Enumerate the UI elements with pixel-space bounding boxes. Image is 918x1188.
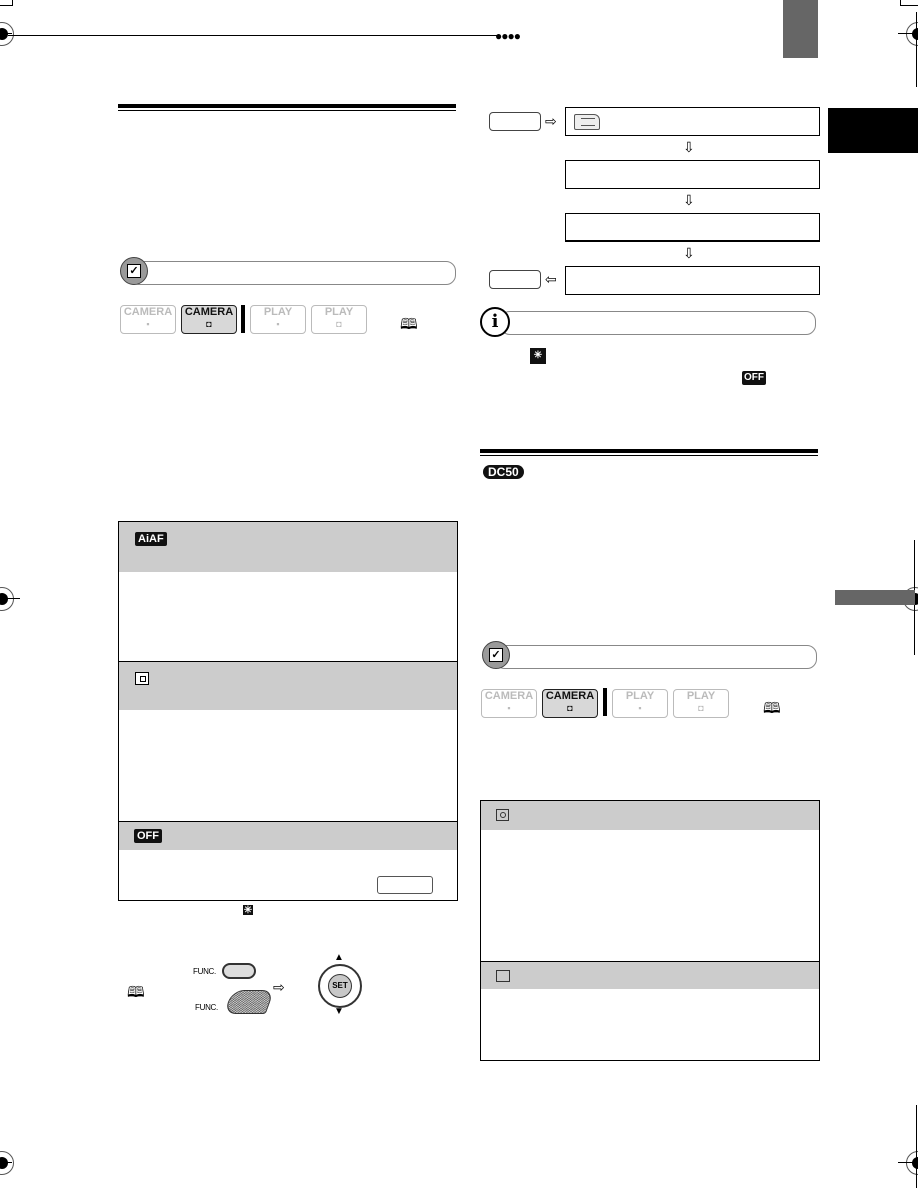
af-mode-table: AiAF OFF <box>118 521 458 901</box>
mode-separator <box>241 305 245 333</box>
func-dial-icon <box>223 990 275 1014</box>
display-setting-icon: ✳ <box>530 348 546 364</box>
book-reference-icon: 🕮 <box>400 316 418 333</box>
flow-end-button <box>489 270 541 289</box>
table-row-header <box>481 801 819 830</box>
joystick-icon: SET <box>318 964 362 1008</box>
mode-camera-movie: CAMERA ▪ <box>481 689 537 718</box>
movie-camera-icon: ▪ <box>146 319 150 329</box>
mode-camera-still: CAMERA ◘ <box>181 305 237 334</box>
header-rule <box>8 35 498 36</box>
chapter-tab-active <box>828 108 918 153</box>
still-camera-icon: ◘ <box>698 703 704 713</box>
mode-play-still: PLAY ◘ <box>673 689 729 718</box>
note-bar <box>500 311 816 335</box>
menu-icon <box>574 114 600 130</box>
table-row-header <box>481 961 819 989</box>
mode-separator <box>603 688 607 716</box>
display-setting-icon: ✳ <box>243 905 253 916</box>
flow-step-3 <box>565 213 820 242</box>
section-heading <box>118 118 456 138</box>
book-reference-icon: 🕮 <box>127 984 145 1001</box>
info-icon: i <box>480 307 510 337</box>
off-icon: OFF <box>134 829 162 843</box>
registration-vline <box>916 1105 917 1188</box>
arrow-right-icon: ⇨ <box>545 113 557 129</box>
flow-step-4 <box>565 266 820 295</box>
center-point-af-icon <box>135 672 149 685</box>
registration-cross <box>0 1162 12 1163</box>
func-button-label: FUNC. <box>193 967 216 976</box>
table-row-header: OFF <box>119 821 457 850</box>
chapter-tab-side <box>835 590 915 605</box>
still-camera-icon: ◘ <box>336 319 342 329</box>
arrow-up-icon: ▲ <box>334 952 344 963</box>
button-reference <box>377 876 433 894</box>
book-reference-icon: 🕮 <box>763 700 781 717</box>
set-button: SET <box>328 974 352 998</box>
section-rule-thin <box>118 110 456 111</box>
check-bar <box>495 645 817 669</box>
frame-icon <box>496 970 510 982</box>
table-row-description <box>119 572 457 661</box>
table-row-description <box>481 830 819 961</box>
still-camera-icon: ◘ <box>206 319 212 329</box>
section-rule <box>480 449 818 453</box>
still-camera-icon: ◘ <box>567 703 573 713</box>
table-row-description <box>481 989 819 1058</box>
table-row-description <box>119 710 457 821</box>
movie-camera-icon: ▪ <box>276 319 280 329</box>
registration-cross <box>0 33 12 34</box>
spot-metering-icon <box>496 809 509 821</box>
off-icon: OFF <box>742 371 766 385</box>
registration-cross <box>898 1162 918 1163</box>
flow-step-2 <box>565 160 820 189</box>
section-rule <box>118 104 456 108</box>
arrow-down-icon: ⇩ <box>683 245 695 261</box>
checklist-icon: ✓ <box>482 641 510 669</box>
registration-cross <box>0 598 20 599</box>
registration-cross <box>898 33 918 34</box>
mode-play-still: PLAY ◘ <box>311 305 367 334</box>
metering-mode-table <box>480 800 820 1061</box>
movie-camera-icon: ▪ <box>507 703 511 713</box>
aiaf-icon: AiAF <box>135 532 167 546</box>
registration-mark-top-left <box>0 22 14 46</box>
registration-mark-mid-left <box>0 587 14 611</box>
arrow-down-icon: ▼ <box>334 1006 344 1017</box>
header-dots: ●●●● <box>495 29 521 43</box>
table-row-header: AiAF <box>119 522 457 572</box>
mode-camera-still: CAMERA ◘ <box>542 689 598 718</box>
arrow-left-icon: ⇦ <box>545 271 557 287</box>
chapter-tab-top <box>783 0 818 58</box>
checklist-icon: ✓ <box>120 257 148 285</box>
mode-play-movie: PLAY ▪ <box>250 305 306 334</box>
registration-mark-bottom-left <box>0 1151 14 1175</box>
func-button-icon <box>222 963 256 979</box>
section-rule-thin <box>480 455 818 456</box>
table-row-header <box>119 661 457 710</box>
mode-play-movie: PLAY ▪ <box>612 689 668 718</box>
flow-step-1 <box>565 107 820 136</box>
table-row-description <box>119 850 457 898</box>
crop-mark-top-right <box>900 0 918 6</box>
arrow-right-icon: ⇨ <box>273 979 285 995</box>
crop-mark-top-left <box>0 0 13 6</box>
check-bar <box>130 261 456 285</box>
flow-start-button <box>489 112 541 131</box>
func-dial-label: FUNC. <box>195 1003 218 1012</box>
arrow-down-icon: ⇩ <box>683 139 695 155</box>
mode-camera-movie: CAMERA ▪ <box>120 305 176 334</box>
arrow-down-icon: ⇩ <box>683 192 695 208</box>
model-badge: DC50 <box>483 465 524 479</box>
registration-vline <box>916 12 917 87</box>
movie-camera-icon: ▪ <box>638 703 642 713</box>
